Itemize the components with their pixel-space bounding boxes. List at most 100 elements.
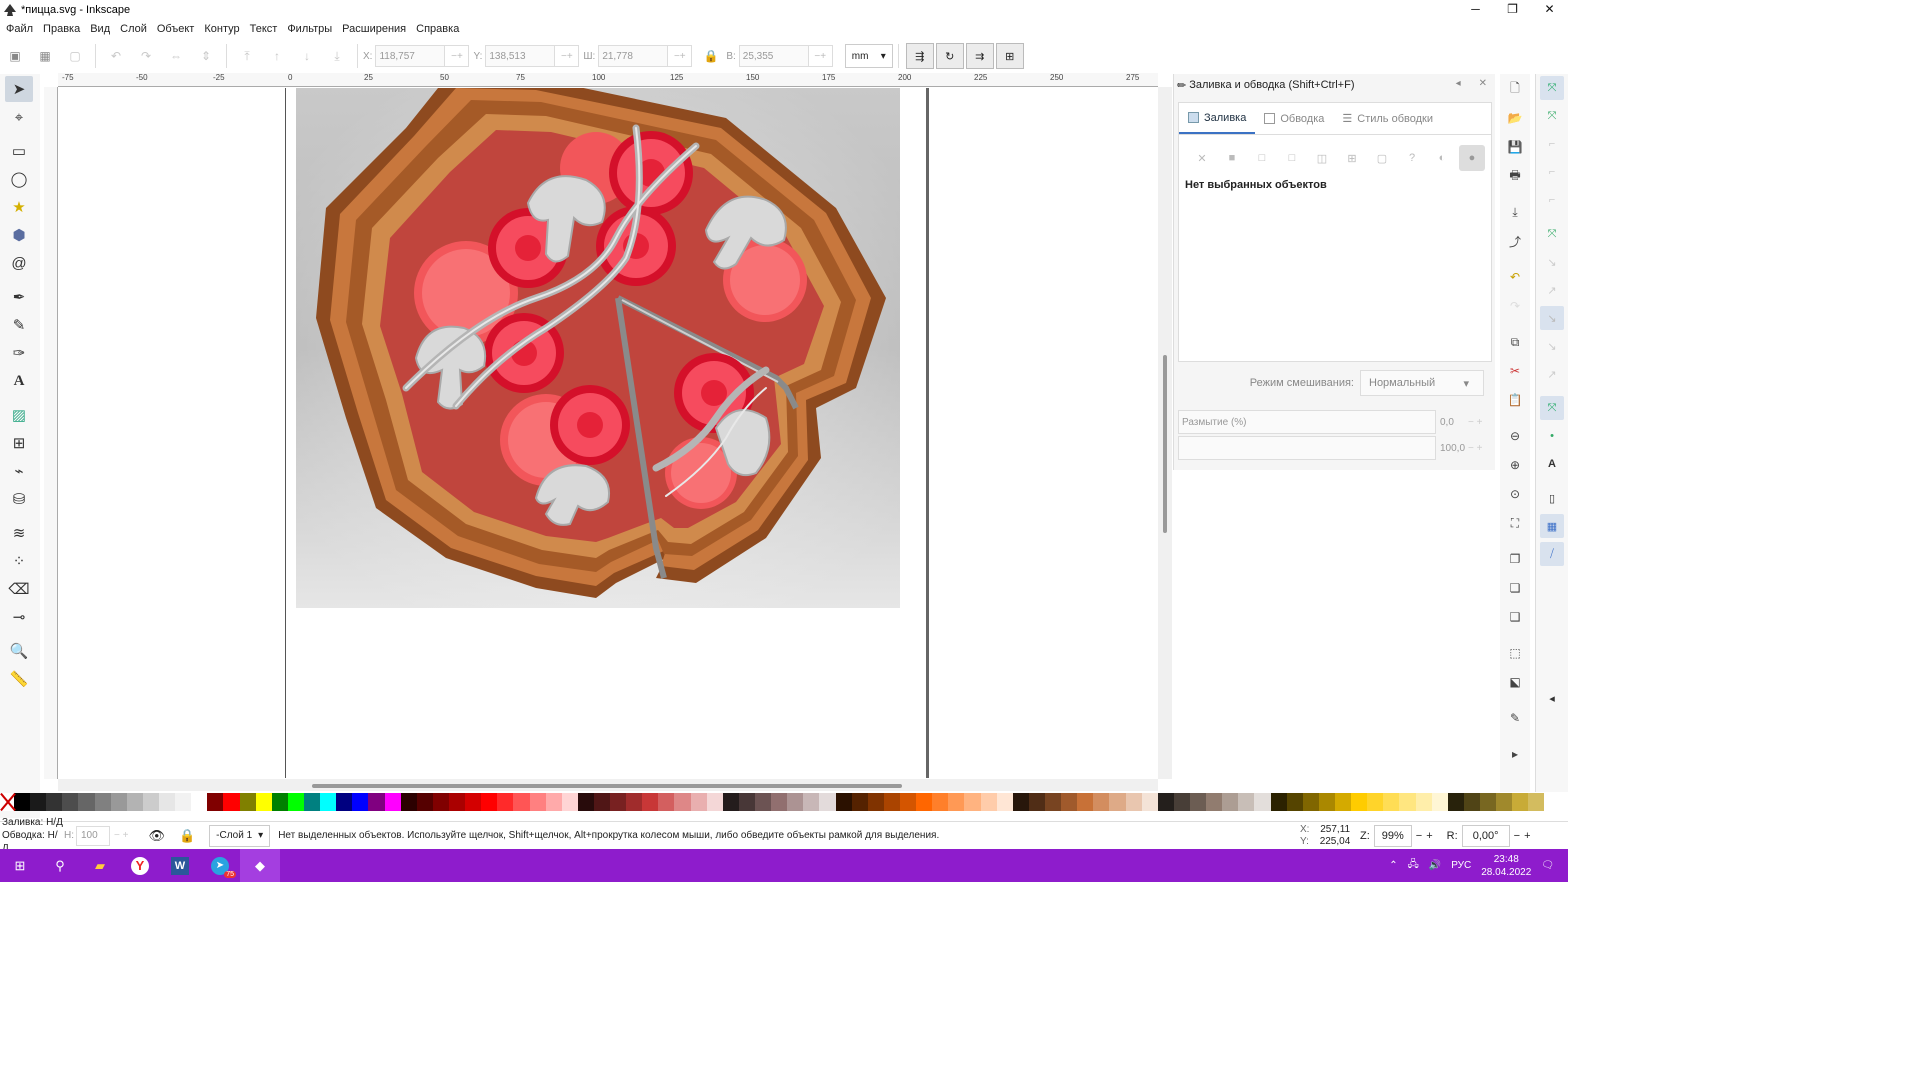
color-swatch[interactable] (1334, 793, 1352, 811)
height-input[interactable]: 25,355 (738, 45, 809, 67)
minimize-button[interactable]: ─ (1457, 0, 1494, 18)
color-swatch[interactable] (1093, 793, 1110, 811)
save-icon[interactable]: 💾 (1503, 135, 1527, 159)
duplicate-icon[interactable]: ❐ (1503, 547, 1527, 571)
color-swatch[interactable] (819, 793, 836, 811)
color-swatch[interactable] (62, 793, 79, 811)
paste-icon[interactable]: 📋 (1503, 388, 1527, 412)
snap-center-icon[interactable]: • (1540, 424, 1564, 448)
measure-tool-icon[interactable]: 📏 (5, 666, 33, 692)
no-paint-icon[interactable]: ✕ (1189, 145, 1215, 171)
menu-layer[interactable]: Слой (115, 23, 152, 35)
color-swatch[interactable] (738, 793, 756, 811)
menu-extensions[interactable]: Расширения (337, 23, 411, 35)
radial-gradient-icon[interactable]: □ (1279, 145, 1305, 171)
color-swatch[interactable] (722, 793, 739, 811)
color-swatch[interactable] (1141, 793, 1158, 811)
color-swatch[interactable] (1463, 793, 1480, 811)
rotate-ccw-icon[interactable]: ↶ (105, 45, 127, 67)
color-swatch[interactable] (755, 793, 772, 811)
linear-gradient-icon[interactable]: □ (1249, 145, 1275, 171)
spiral-tool-icon[interactable]: @ (5, 250, 33, 276)
color-swatch[interactable] (432, 793, 449, 811)
zoom-width-icon[interactable]: ⛶ (1503, 511, 1527, 535)
color-swatch[interactable] (1286, 793, 1303, 811)
menu-help[interactable]: Справка (411, 23, 464, 35)
color-swatch[interactable] (416, 793, 433, 811)
color-swatch[interactable] (996, 793, 1013, 811)
color-swatch[interactable] (1399, 793, 1416, 811)
color-swatch[interactable] (980, 793, 997, 811)
y-stepper[interactable]: −+ (555, 45, 580, 67)
drawing-canvas[interactable] (58, 88, 1158, 778)
color-swatch[interactable] (320, 793, 337, 811)
search-icon[interactable]: ⚲ (40, 849, 80, 882)
color-swatch[interactable] (1061, 793, 1078, 811)
color-swatch[interactable] (658, 793, 675, 811)
snap-page-border-icon[interactable]: ▯ (1540, 486, 1564, 510)
rectangle-tool-icon[interactable]: ▭ (5, 138, 33, 164)
color-swatch[interactable] (1157, 793, 1174, 811)
zoom-tool-icon[interactable]: 🔍 (5, 638, 33, 664)
pen-tool-icon[interactable]: ✒ (5, 284, 33, 310)
redo-icon[interactable]: ↷ (1503, 294, 1527, 318)
snap-bbox-edge-icon[interactable]: ⌐ (1540, 132, 1564, 156)
color-swatch[interactable] (1479, 793, 1497, 811)
color-swatch[interactable] (1189, 793, 1207, 811)
blend-mode-dropdown[interactable]: Нормальный ▾ (1360, 370, 1484, 396)
zoom-input[interactable]: 99% (1373, 825, 1412, 847)
color-swatch[interactable] (1238, 793, 1255, 811)
select-all-layers-icon[interactable]: ▦ (34, 45, 56, 67)
snap-bbox-icon[interactable]: ⤧ (1540, 104, 1564, 128)
snap-guides-icon[interactable]: ⧸ (1540, 542, 1564, 566)
color-swatch[interactable] (883, 793, 901, 811)
color-swatch[interactable] (191, 793, 208, 811)
star-tool-icon[interactable]: ★ (5, 194, 33, 220)
color-swatch[interactable] (400, 793, 417, 811)
flip-vertical-icon[interactable]: ⇕ (195, 45, 217, 67)
xml-editor-icon[interactable]: ✎ (1503, 706, 1527, 730)
group-icon[interactable]: ⬚ (1503, 641, 1527, 665)
blur-slider[interactable]: Размытие (%) 0,0 − + (1178, 410, 1496, 434)
open-file-icon[interactable]: 📂 (1503, 106, 1527, 130)
paint-bucket-tool-icon[interactable]: ⛁ (5, 486, 33, 512)
network-icon[interactable]: 🖧 (1408, 857, 1419, 874)
x-stepper[interactable]: −+ (445, 45, 470, 67)
unset-paint-icon[interactable]: ? (1399, 145, 1425, 171)
swatch-icon[interactable]: ▢ (1369, 145, 1395, 171)
color-swatch[interactable] (1367, 793, 1384, 811)
color-swatch[interactable] (867, 793, 884, 811)
color-swatch[interactable] (158, 793, 176, 811)
menu-edit[interactable]: Правка (38, 23, 85, 35)
color-swatch[interactable] (593, 793, 611, 811)
snap-bbox-midpoint-icon[interactable]: ⌐ (1540, 188, 1564, 212)
connector-tool-icon[interactable]: ⊸ (5, 604, 33, 630)
width-input[interactable]: 21,778 (598, 45, 669, 67)
more-commands-icon[interactable]: ▸ (1503, 742, 1527, 766)
calligraphy-tool-icon[interactable]: ✑ (5, 340, 33, 366)
color-swatch[interactable] (513, 793, 530, 811)
deselect-icon[interactable]: ▢ (64, 45, 86, 67)
clock[interactable]: 23:48 28.04.2022 (1481, 853, 1531, 879)
dock-collapse-icon[interactable]: ◂ (1456, 78, 1461, 89)
lock-ratio-icon[interactable]: 🔒 (700, 45, 722, 67)
layer-dropdown[interactable]: -Слой 1 ▾ (209, 824, 271, 847)
menu-object[interactable]: Объект (152, 23, 199, 35)
tab-fill[interactable]: Заливка (1179, 103, 1256, 134)
color-swatch[interactable] (626, 793, 643, 811)
opacity-slider[interactable]: 100,0 − + (1178, 436, 1496, 460)
mesh-tool-icon[interactable]: ⊞ (5, 430, 33, 456)
fill-rule-nonzero-icon[interactable]: ● (1459, 145, 1485, 171)
height-stepper[interactable]: −+ (808, 45, 833, 67)
zoom-drawing-icon[interactable]: ⊕ (1503, 453, 1527, 477)
color-swatch[interactable] (1206, 793, 1223, 811)
y-input[interactable]: 138,513 (485, 45, 556, 67)
no-color-swatch[interactable] (0, 793, 14, 811)
pattern-icon[interactable]: ⊞ (1339, 145, 1365, 171)
color-swatch[interactable] (1077, 793, 1094, 811)
color-swatch[interactable] (1318, 793, 1335, 811)
menu-file[interactable]: Файл (1, 23, 38, 35)
snap-grid-icon[interactable]: ▦ (1540, 514, 1564, 538)
transform-gradients-toggle[interactable]: ⇉ (965, 43, 994, 69)
opacity-input[interactable]: 100 (76, 825, 110, 846)
